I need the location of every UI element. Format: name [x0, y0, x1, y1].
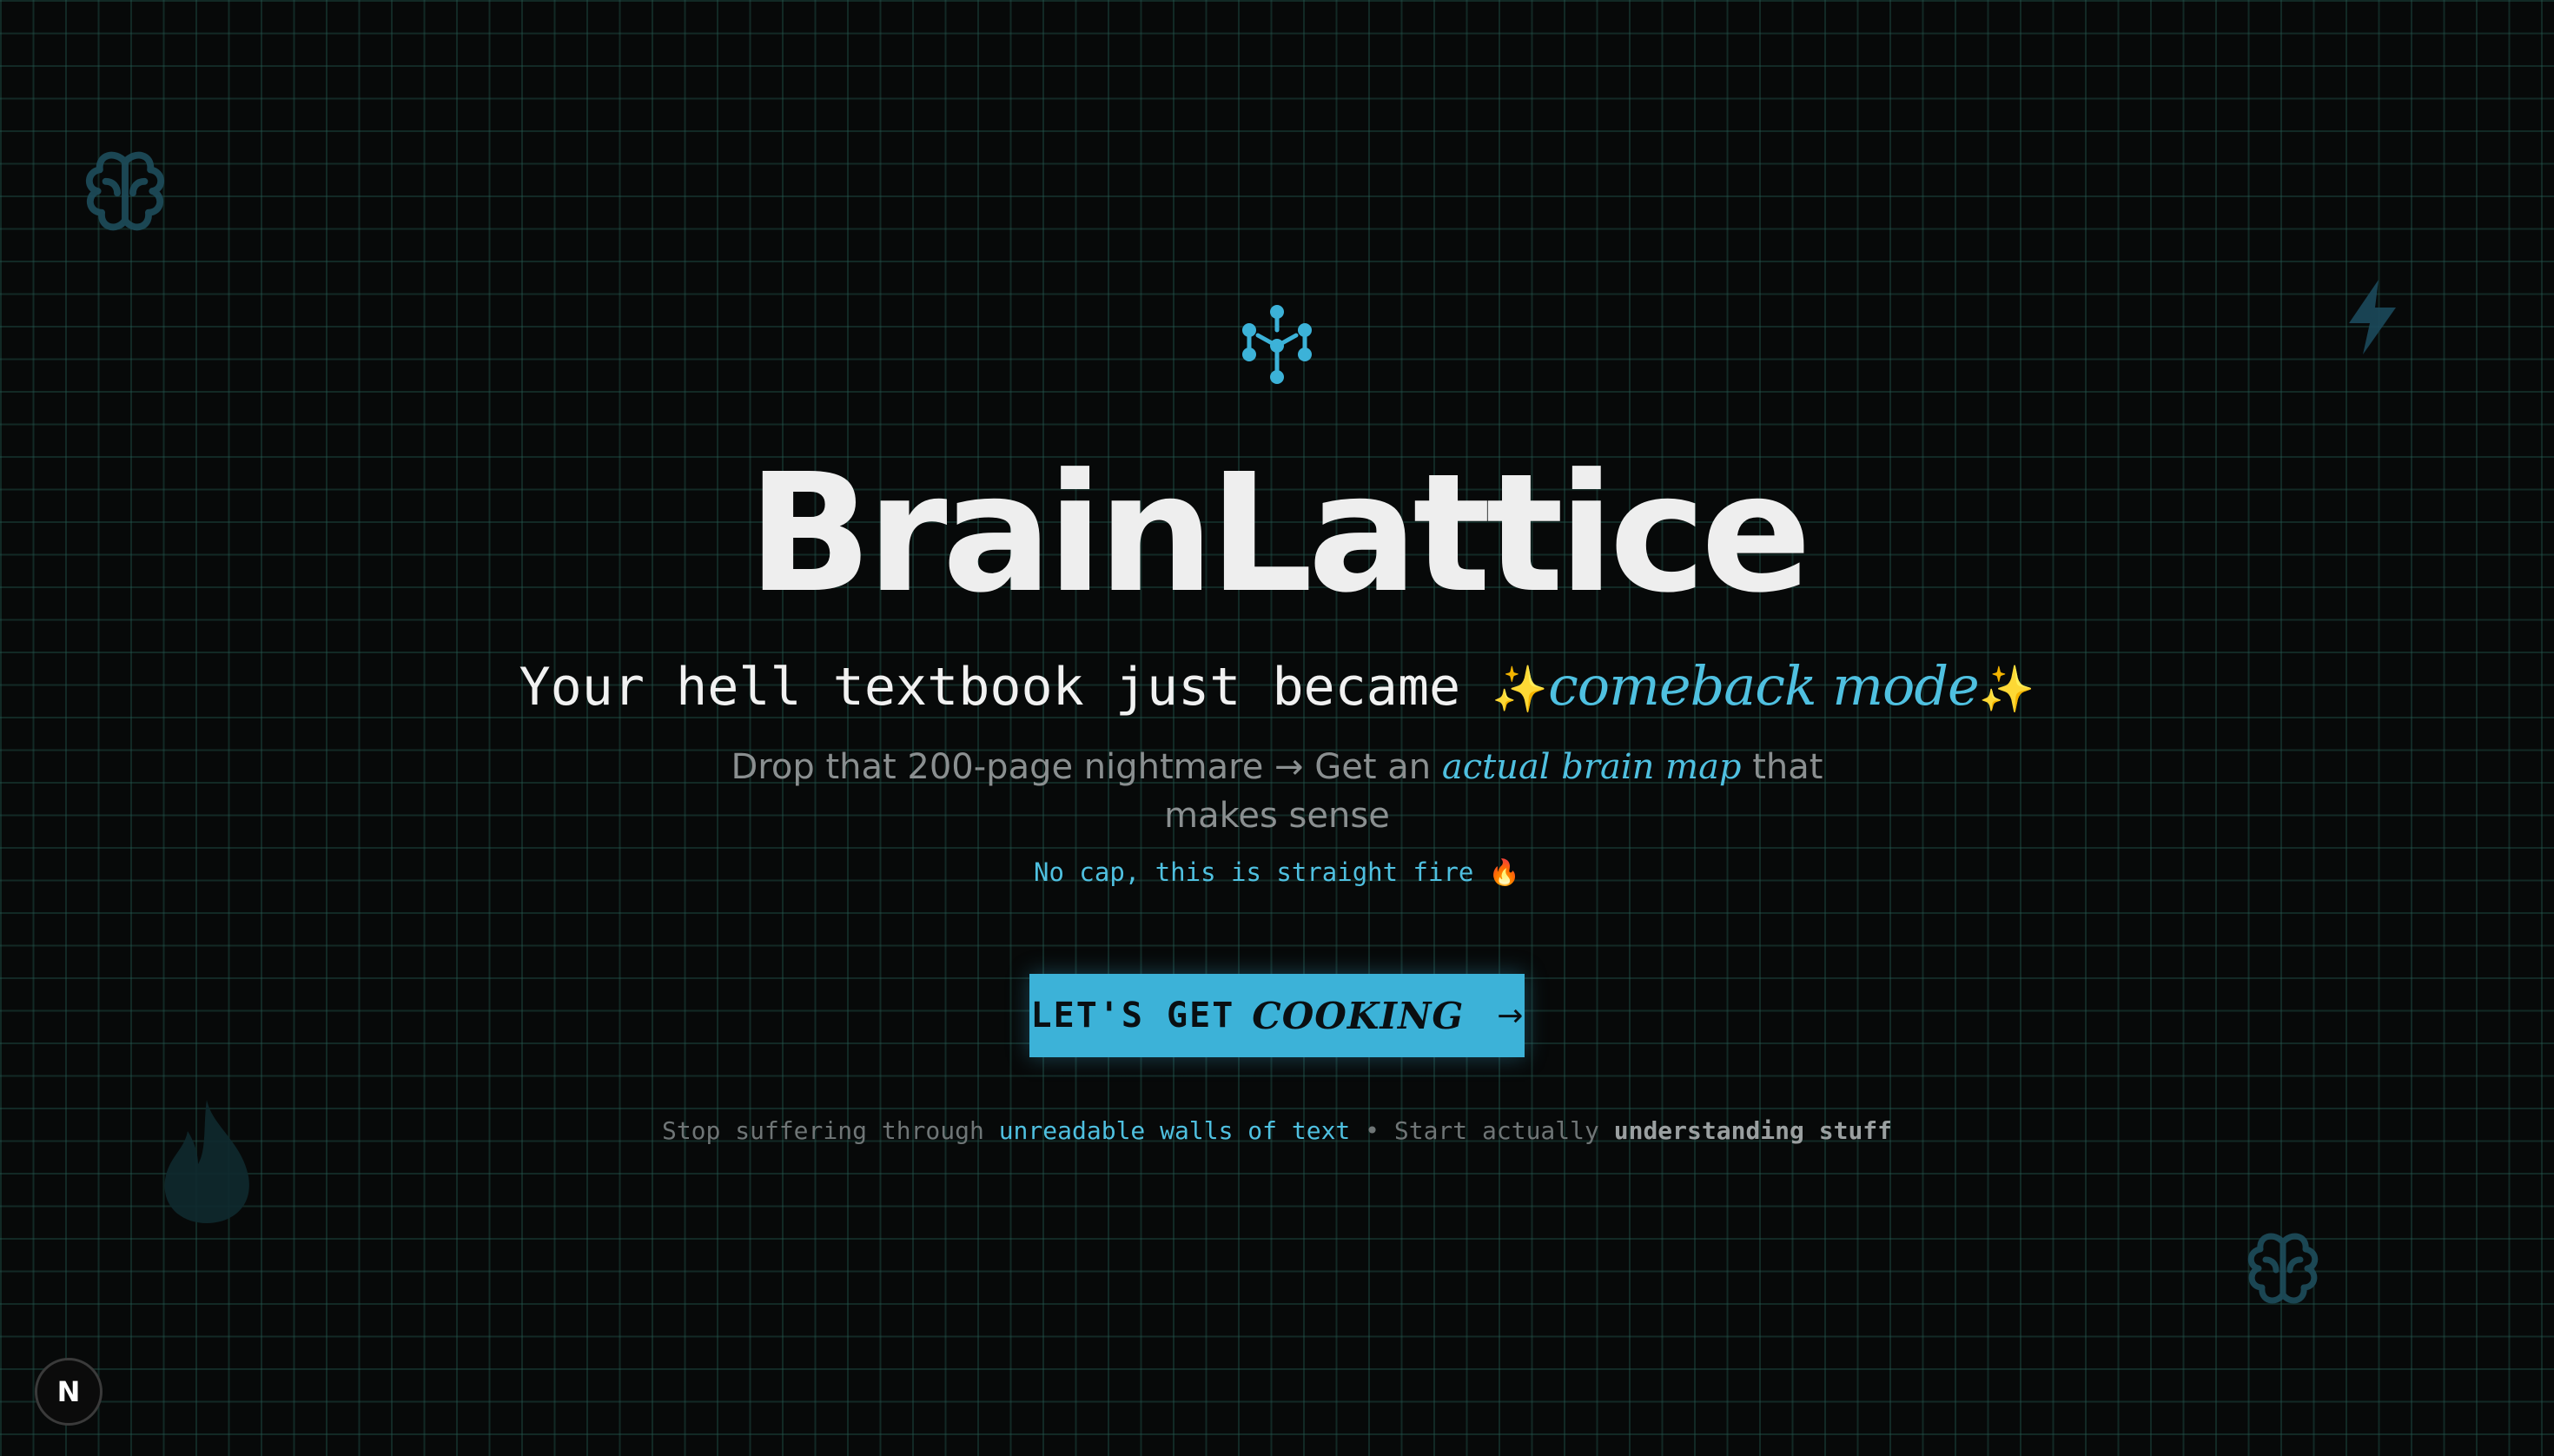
hero-tagline: Your hell textbook just became ✨comeback… [0, 650, 2554, 726]
footer-separator: • [1350, 1116, 1394, 1145]
footer-strong: understanding stuff [1613, 1116, 1893, 1145]
hero-subline: Drop that 200-page nightmare → Get an ac… [686, 743, 1868, 840]
subline-text: Drop that 200-page nightmare → Get an [731, 747, 1442, 787]
cta-label: LET'S GET [1030, 996, 1235, 1036]
footer-accent: unreadable walls of text [998, 1116, 1351, 1145]
sparkles-icon: ✨ [1978, 664, 2035, 716]
hype-line: No cap, this is straight fire 🔥 [1034, 857, 1520, 887]
footer-text: Stop suffering through [661, 1116, 999, 1145]
footer-text-2: Start actually [1393, 1116, 1614, 1145]
tagline-text: Your hell textbook just became [519, 657, 1492, 718]
arrow-right-icon: → [1497, 997, 1524, 1034]
page-title: BrainLattice [747, 439, 1812, 629]
tagline-accent: comeback mode [1548, 654, 1980, 718]
brain-icon [85, 151, 165, 231]
get-started-button[interactable]: LET'S GET COOKING → [1029, 974, 1525, 1057]
nextjs-logo-icon[interactable]: N [35, 1358, 103, 1426]
footer-tagline: Stop suffering through unreadable walls … [0, 1114, 2554, 1148]
brain-icon [2247, 1233, 2319, 1304]
sparkles-icon: ✨ [1492, 664, 1549, 716]
subline-accent: actual brain map [1441, 747, 1742, 787]
cta-label-emphasis: COOKING [1252, 994, 1465, 1037]
brand-logo [0, 304, 2554, 387]
dev-badge-letter: N [56, 1375, 81, 1408]
network-nodes-icon [1242, 305, 1312, 384]
